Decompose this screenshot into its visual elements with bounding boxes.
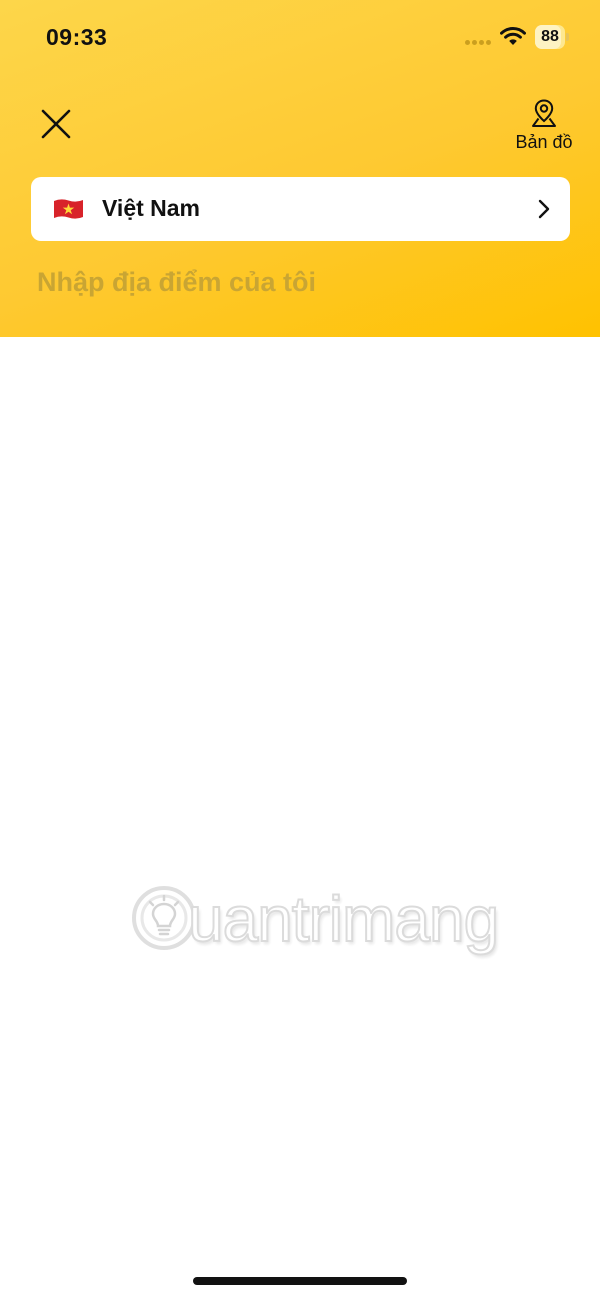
- watermark-text: uantrimang: [187, 882, 500, 956]
- status-bar: 09:33 88: [0, 0, 600, 76]
- close-button[interactable]: [38, 106, 74, 142]
- status-time: 09:33: [46, 24, 108, 50]
- home-indicator[interactable]: [193, 1277, 407, 1285]
- map-label: Bản đồ: [515, 132, 573, 152]
- map-pin-icon: [532, 99, 556, 127]
- close-icon: [41, 109, 71, 139]
- cellular-signal-icon: [465, 40, 493, 46]
- battery-icon: 88: [535, 25, 571, 49]
- country-name: Việt Nam: [102, 195, 201, 221]
- battery-level: 88: [541, 28, 559, 45]
- watermark: uantrimang: [128, 880, 500, 964]
- chevron-right-icon: [538, 199, 550, 219]
- country-selector[interactable]: Việt Nam: [31, 177, 570, 241]
- battery-tip: [566, 33, 569, 41]
- map-button[interactable]: Bản đồ: [508, 98, 580, 156]
- wifi-icon: [500, 27, 526, 45]
- header-panel: 09:33 88 Bản đồ Việt Nam Nhập địa điểm c…: [0, 0, 600, 337]
- location-search-input[interactable]: [37, 262, 567, 302]
- vietnam-flag-icon: [54, 199, 83, 219]
